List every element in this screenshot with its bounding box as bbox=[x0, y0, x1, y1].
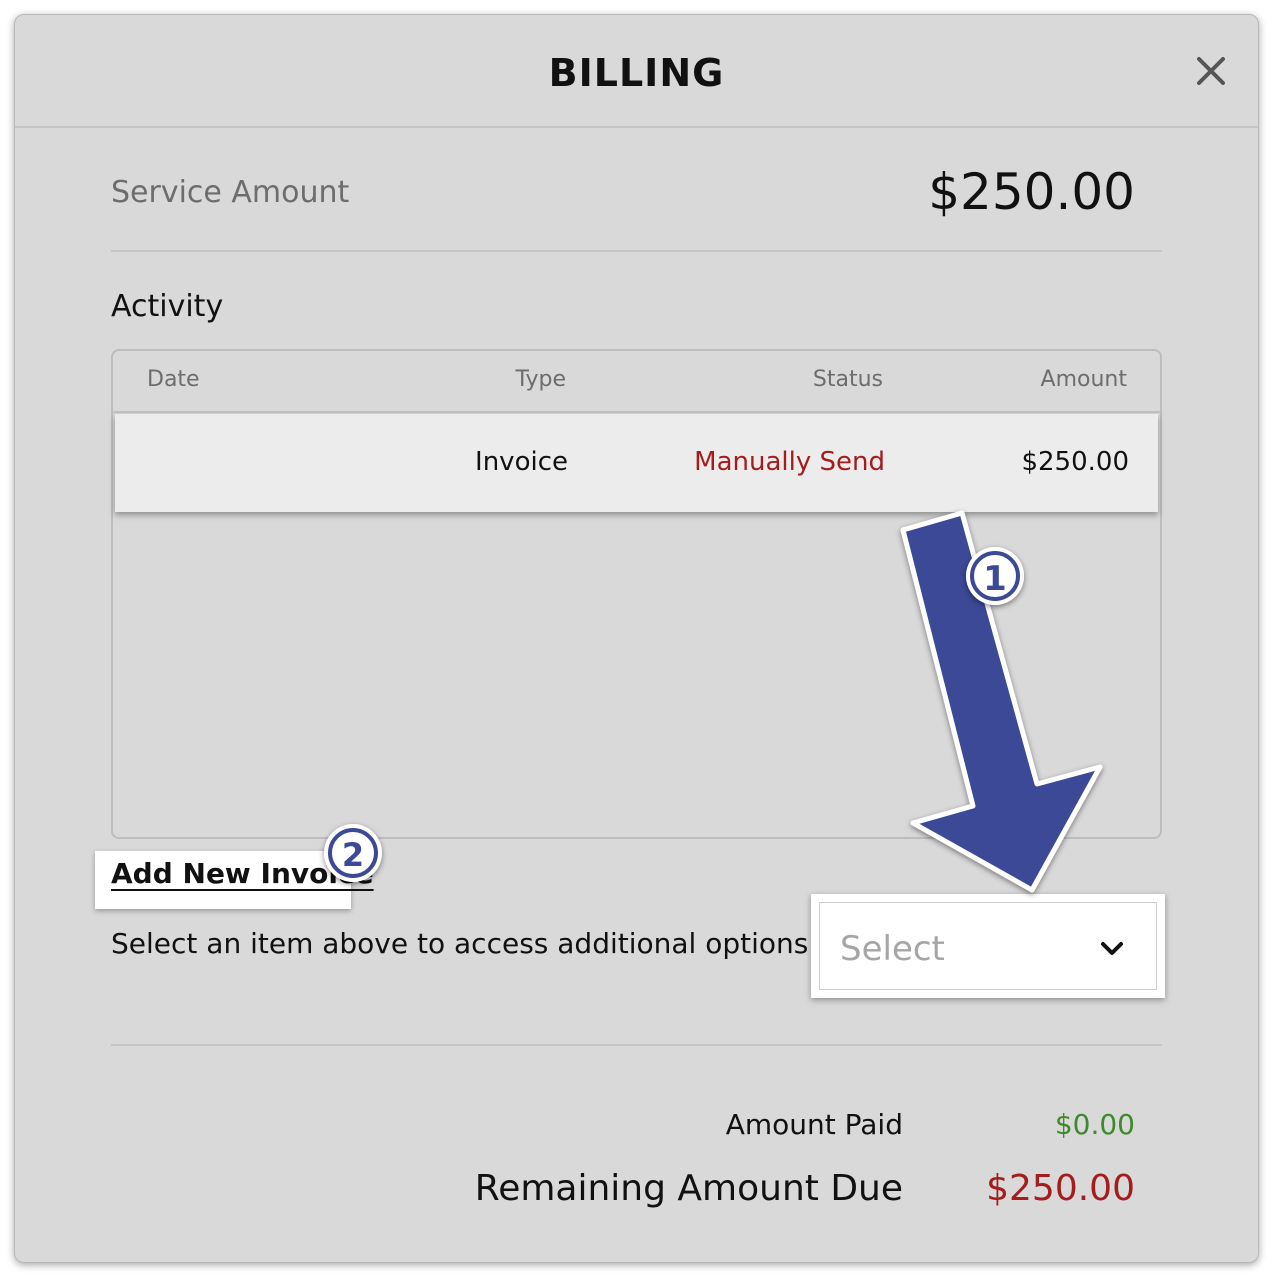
activity-table: Date Type Status Amount Invoice Manually… bbox=[111, 349, 1162, 839]
table-row[interactable]: Invoice Manually Send $250.00 bbox=[115, 414, 1158, 512]
row-type: Invoice bbox=[475, 447, 568, 477]
column-header-status[interactable]: Status bbox=[813, 367, 883, 392]
remaining-amount-label: Remaining Amount Due bbox=[474, 1168, 903, 1209]
amount-paid-value: $0.00 bbox=[1054, 1108, 1135, 1141]
divider bbox=[111, 250, 1162, 252]
column-header-amount[interactable]: Amount bbox=[1041, 367, 1127, 392]
add-new-invoice-link[interactable]: Add New Invoice bbox=[111, 857, 374, 890]
amount-paid-label: Amount Paid bbox=[725, 1108, 903, 1141]
column-header-date[interactable]: Date bbox=[147, 367, 200, 392]
close-icon[interactable] bbox=[1193, 53, 1229, 89]
divider bbox=[111, 1044, 1162, 1046]
modal-title: BILLING bbox=[548, 51, 725, 95]
table-header: Date Type Status Amount bbox=[113, 351, 1160, 413]
options-hint: Select an item above to access additiona… bbox=[111, 927, 809, 960]
billing-modal: BILLING Service Amount $250.00 Activity … bbox=[14, 14, 1259, 1263]
service-amount-label: Service Amount bbox=[111, 175, 350, 210]
row-amount: $250.00 bbox=[1021, 447, 1129, 477]
service-amount-value: $250.00 bbox=[928, 163, 1135, 221]
remaining-amount-value: $250.00 bbox=[986, 1168, 1135, 1209]
select-placeholder: Select bbox=[840, 929, 945, 969]
modal-header: BILLING bbox=[15, 15, 1258, 128]
row-status: Manually Send bbox=[694, 447, 885, 477]
activity-heading: Activity bbox=[111, 289, 224, 324]
column-header-type[interactable]: Type bbox=[515, 367, 566, 392]
options-select-highlight: Select bbox=[811, 894, 1165, 998]
chevron-down-icon bbox=[1101, 942, 1123, 955]
options-select[interactable]: Select bbox=[819, 902, 1157, 990]
